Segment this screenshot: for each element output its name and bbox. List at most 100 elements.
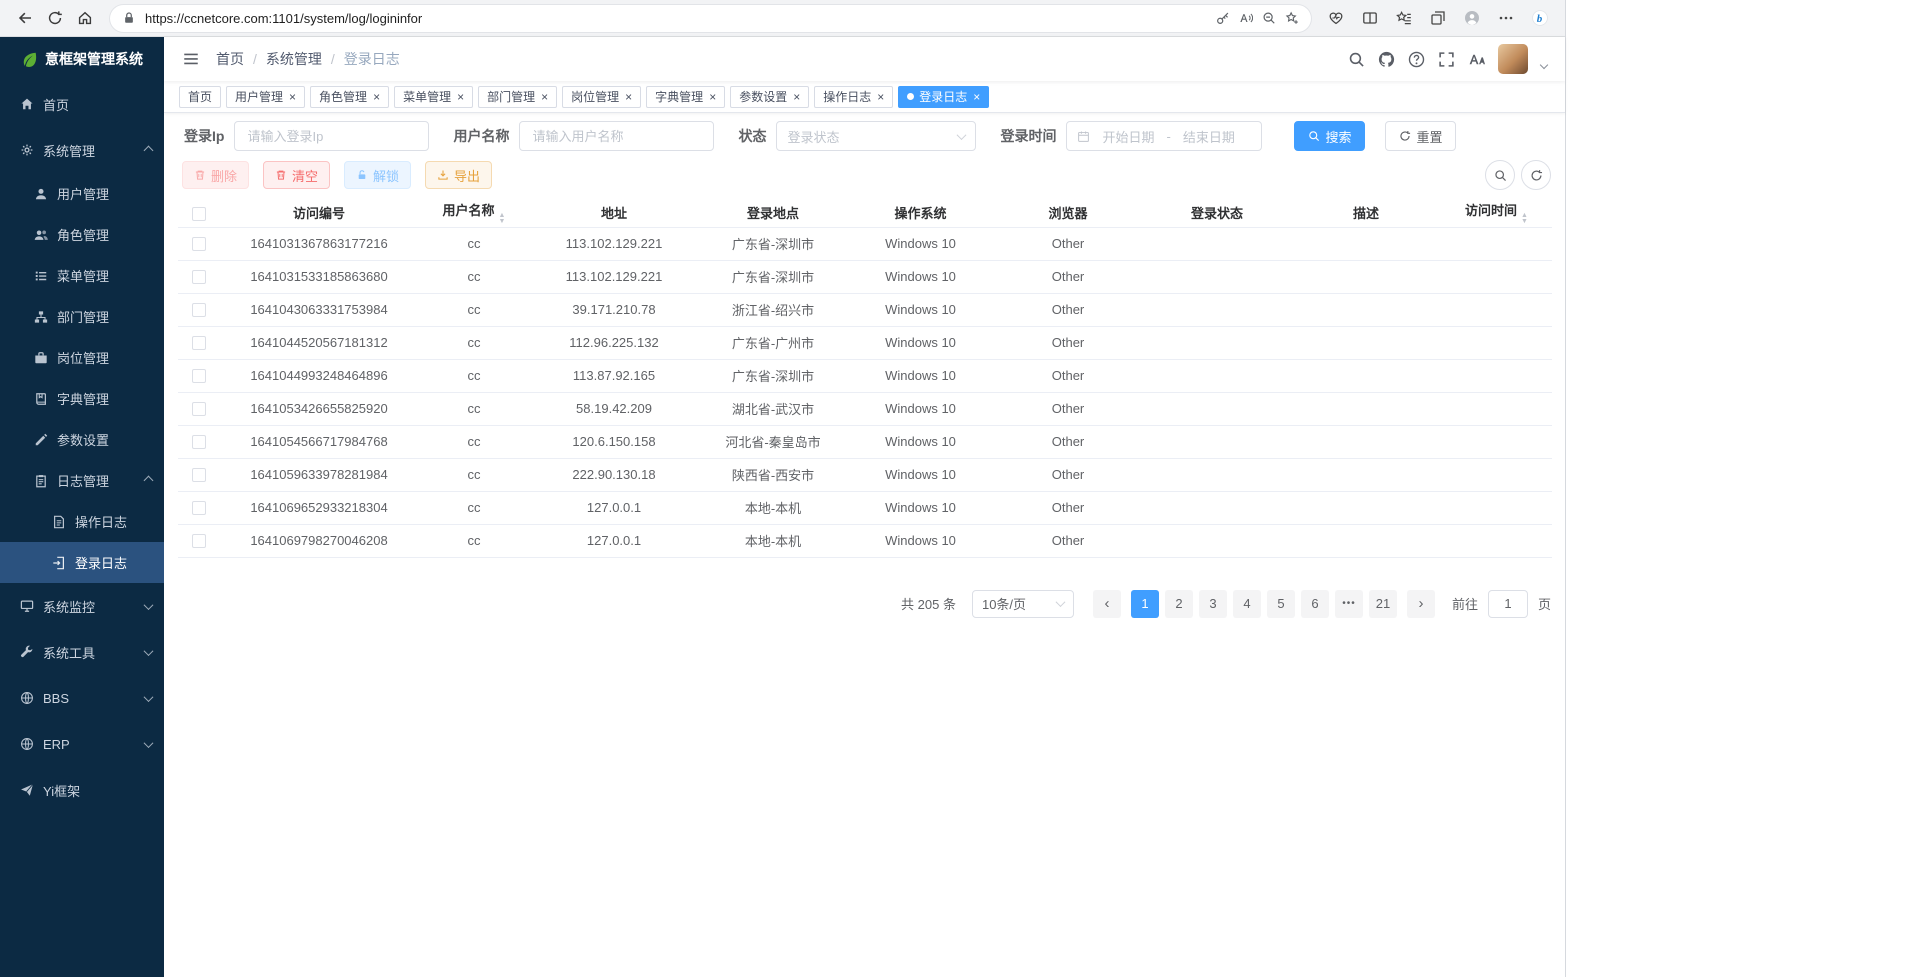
prev-page-button[interactable]: ‹ [1093, 590, 1121, 618]
column-header[interactable]: 用户名称▲▼ [418, 199, 530, 227]
tab-user-management[interactable]: 用户管理× [226, 86, 305, 108]
ip-input[interactable] [234, 121, 429, 151]
table-row[interactable]: 1641043063331753984cc39.171.210.78浙江省-绍兴… [178, 293, 1552, 326]
read-aloud-icon[interactable] [1239, 11, 1253, 25]
pagination-ellipsis[interactable]: ••• [1335, 590, 1363, 618]
page-button-3[interactable]: 3 [1199, 590, 1227, 618]
goto-page-input[interactable] [1488, 590, 1528, 618]
row-checkbox[interactable] [192, 435, 206, 449]
status-select[interactable]: 登录状态 [776, 121, 976, 151]
row-checkbox[interactable] [192, 534, 206, 548]
sidebar-item-system-tools[interactable]: 系统工具 [0, 629, 164, 675]
breadcrumb-item[interactable]: 系统管理 [266, 49, 322, 69]
column-header[interactable]: 描述 [1291, 199, 1441, 227]
sidebar-item-dict-management[interactable]: 字典管理 [0, 378, 164, 419]
table-row[interactable]: 1641069798270046208cc127.0.0.1本地-本机Windo… [178, 524, 1552, 557]
header-search-icon[interactable] [1348, 51, 1365, 68]
sidebar-item-param-settings[interactable]: 参数设置 [0, 419, 164, 460]
browser-essentials-button[interactable] [1321, 4, 1351, 32]
sidebar-item-system-management[interactable]: 系统管理 [0, 127, 164, 173]
sidebar-item-login-log[interactable]: 登录日志 [0, 542, 164, 583]
favorites-button[interactable] [1389, 4, 1419, 32]
select-all-checkbox[interactable] [192, 207, 206, 221]
table-row[interactable]: 1641069652933218304cc127.0.0.1本地-本机Windo… [178, 491, 1552, 524]
column-header[interactable]: 登录地点 [698, 199, 848, 227]
browser-profile-button[interactable] [1457, 4, 1487, 32]
github-icon[interactable] [1378, 51, 1395, 68]
tab-close-icon[interactable]: × [373, 91, 380, 103]
row-checkbox[interactable] [192, 468, 206, 482]
row-checkbox[interactable] [192, 501, 206, 515]
page-button-1[interactable]: 1 [1131, 590, 1159, 618]
caret-down-icon[interactable] [1540, 61, 1548, 69]
tab-param-settings[interactable]: 参数设置× [730, 86, 809, 108]
table-row[interactable]: 1641054566717984768cc120.6.150.158河北省-秦皇… [178, 425, 1552, 458]
table-row[interactable]: 1641044520567181312cc112.96.225.132广东省-广… [178, 326, 1552, 359]
column-header[interactable]: 访问编号 [220, 199, 418, 227]
tab-close-icon[interactable]: × [457, 91, 464, 103]
tab-dict-management[interactable]: 字典管理× [646, 86, 725, 108]
tab-close-icon[interactable]: × [289, 91, 296, 103]
export-button[interactable]: 导出 [425, 161, 492, 189]
sidebar-item-log-management[interactable]: 日志管理 [0, 460, 164, 501]
tab-login-log[interactable]: 登录日志× [898, 86, 989, 108]
split-screen-button[interactable] [1355, 4, 1385, 32]
row-checkbox[interactable] [192, 237, 206, 251]
next-page-button[interactable]: › [1407, 590, 1435, 618]
browser-back-button[interactable] [10, 4, 40, 32]
sidebar-item-role-management[interactable]: 角色管理 [0, 214, 164, 255]
tab-role-management[interactable]: 角色管理× [310, 86, 389, 108]
sidebar-item-post-management[interactable]: 岗位管理 [0, 337, 164, 378]
tab-post-management[interactable]: 岗位管理× [562, 86, 641, 108]
column-header[interactable]: 登录状态 [1143, 199, 1291, 227]
page-button-6[interactable]: 6 [1301, 590, 1329, 618]
browser-refresh-button[interactable] [40, 4, 70, 32]
add-favorite-icon[interactable] [1285, 11, 1299, 25]
tab-home[interactable]: 首页 [179, 86, 221, 108]
tab-operation-log[interactable]: 操作日志× [814, 86, 893, 108]
sidebar-item-user-management[interactable]: 用户管理 [0, 173, 164, 214]
column-header[interactable]: 操作系统 [848, 199, 993, 227]
textsize-icon[interactable] [1468, 51, 1485, 68]
tab-close-icon[interactable]: × [541, 91, 548, 103]
row-checkbox[interactable] [192, 336, 206, 350]
sort-icon[interactable]: ▲▼ [1521, 213, 1528, 225]
tab-close-icon[interactable]: × [709, 91, 716, 103]
toggle-search-button[interactable] [1485, 160, 1515, 190]
sidebar-item-system-monitor[interactable]: 系统监控 [0, 583, 164, 629]
address-bar[interactable]: https://ccnetcore.com:1101/system/log/lo… [110, 5, 1311, 32]
date-range-picker[interactable]: 开始日期 - 结束日期 [1066, 121, 1262, 151]
help-icon[interactable] [1408, 51, 1425, 68]
table-row[interactable]: 1641031367863177216cc113.102.129.221广东省-… [178, 227, 1552, 260]
url-text[interactable]: https://ccnetcore.com:1101/system/log/lo… [145, 11, 1207, 26]
copilot-button[interactable]: b [1525, 4, 1555, 32]
page-button-2[interactable]: 2 [1165, 590, 1193, 618]
row-checkbox[interactable] [192, 303, 206, 317]
zoom-icon[interactable] [1262, 11, 1276, 25]
sidebar-item-menu-management[interactable]: 菜单管理 [0, 255, 164, 296]
hamburger-icon[interactable] [182, 50, 200, 68]
tab-close-icon[interactable]: × [793, 91, 800, 103]
fullscreen-icon[interactable] [1438, 51, 1455, 68]
sidebar-item-erp[interactable]: ERP [0, 721, 164, 767]
clear-button[interactable]: 清空 [263, 161, 330, 189]
browser-home-button[interactable] [70, 4, 100, 32]
table-row[interactable]: 1641031533185863680cc113.102.129.221广东省-… [178, 260, 1552, 293]
user-avatar[interactable] [1498, 44, 1528, 74]
breadcrumb-item[interactable]: 首页 [216, 49, 244, 69]
column-header[interactable]: 浏览器 [993, 199, 1143, 227]
app-logo[interactable]: 意框架管理系统 [0, 37, 164, 81]
sidebar-item-bbs[interactable]: BBS [0, 675, 164, 721]
tab-close-icon[interactable]: × [625, 91, 632, 103]
row-checkbox[interactable] [192, 402, 206, 416]
tab-close-icon[interactable]: × [973, 91, 980, 103]
sort-icon[interactable]: ▲▼ [499, 213, 506, 225]
sidebar-item-home[interactable]: 首页 [0, 81, 164, 127]
reset-button[interactable]: 重置 [1385, 121, 1456, 151]
collections-button[interactable] [1423, 4, 1453, 32]
tab-dept-management[interactable]: 部门管理× [478, 86, 557, 108]
row-checkbox[interactable] [192, 270, 206, 284]
table-row[interactable]: 1641053426655825920cc58.19.42.209湖北省-武汉市… [178, 392, 1552, 425]
column-header[interactable]: 地址 [530, 199, 698, 227]
sidebar-item-operation-log[interactable]: 操作日志 [0, 501, 164, 542]
